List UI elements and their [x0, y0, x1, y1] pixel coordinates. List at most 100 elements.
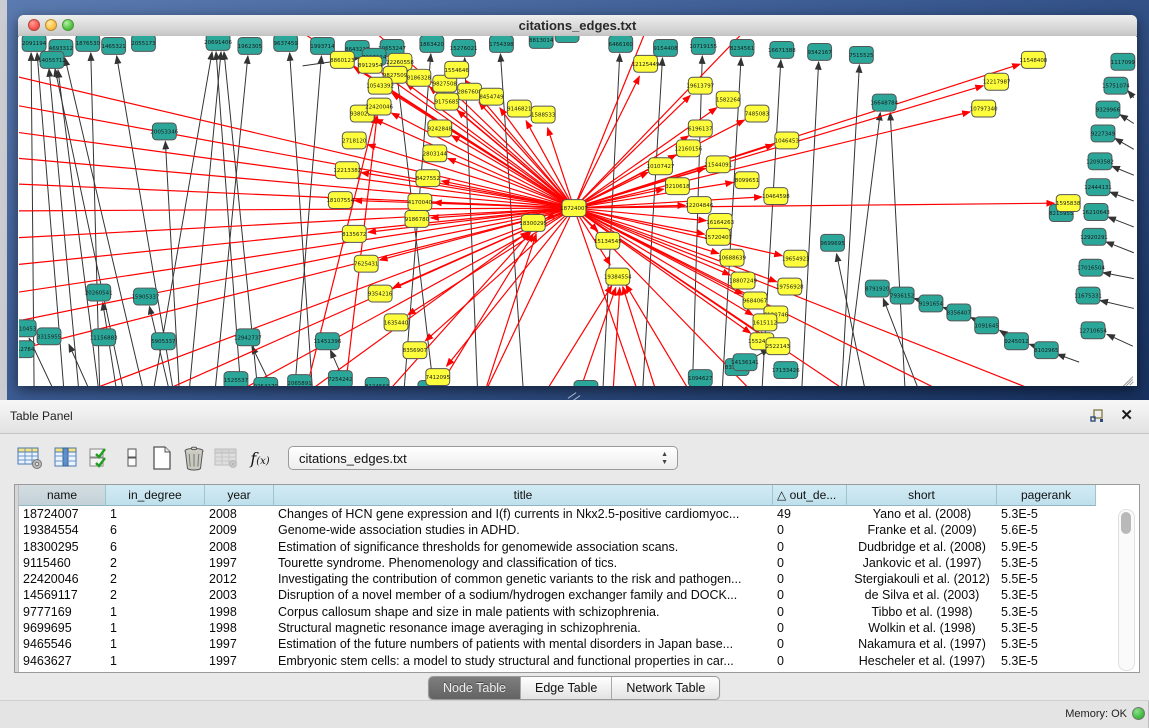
memory-status-indicator[interactable]	[1132, 707, 1145, 720]
table-cell[interactable]: 1	[106, 620, 205, 636]
table-cell[interactable]: 5.9E-5	[997, 539, 1096, 555]
table-cell[interactable]: 0	[773, 571, 847, 587]
table-cell[interactable]: 18300295	[19, 539, 106, 555]
table-cell[interactable]: 5.3E-5	[997, 636, 1096, 652]
network-canvas[interactable]: 2091194469331218765301405571214653212055…	[19, 36, 1136, 386]
table-cell[interactable]: 5.3E-5	[997, 653, 1096, 669]
table-cell[interactable]: Genome-wide association studies in ADHD.	[274, 522, 773, 538]
function-builder-icon[interactable]: f(x)	[246, 444, 274, 472]
table-cell[interactable]: 1998	[205, 604, 274, 620]
table-cell[interactable]: 1	[106, 506, 205, 522]
delete-icon[interactable]	[180, 444, 208, 472]
table-cell[interactable]: 14569117	[19, 587, 106, 603]
table-cell[interactable]: 2008	[205, 506, 274, 522]
table-cell[interactable]: 0	[773, 522, 847, 538]
column-header-4[interactable]: △ out_de...	[773, 485, 847, 506]
table-cell[interactable]: 5.6E-5	[997, 522, 1096, 538]
table-cell[interactable]: 9115460	[19, 555, 106, 571]
table-cell[interactable]: 0	[773, 587, 847, 603]
column-header-2[interactable]: year	[205, 485, 274, 506]
column-header-6[interactable]: pagerank	[997, 485, 1096, 506]
table-cell[interactable]: 1	[106, 636, 205, 652]
table-select-dropdown[interactable]: citations_edges.txt ▲▼	[288, 446, 678, 470]
column-header-0[interactable]: name	[19, 485, 106, 506]
table-cell[interactable]: 2012	[205, 571, 274, 587]
table-cell[interactable]: 2	[106, 555, 205, 571]
table-row[interactable]: 911546021997Tourette syndrome. Phenomeno…	[19, 555, 1139, 571]
table-row[interactable]: 977716911998Corpus callosum shape and si…	[19, 604, 1139, 620]
new-file-icon[interactable]	[148, 444, 176, 472]
table-cell[interactable]: Structural magnetic resonance image aver…	[274, 620, 773, 636]
table-cell[interactable]: Jankovic et al. (1997)	[847, 555, 997, 571]
show-columns-icon[interactable]	[52, 444, 80, 472]
table-cell[interactable]: Stergiakouli et al. (2012)	[847, 571, 997, 587]
table-row[interactable]: 969969511998Structural magnetic resonanc…	[19, 620, 1139, 636]
tab-edge-table[interactable]: Edge Table	[521, 677, 612, 699]
table-cell[interactable]: 2	[106, 571, 205, 587]
table-row[interactable]: 2242004622012Investigating the contribut…	[19, 571, 1139, 587]
table-cell[interactable]: 5.5E-5	[997, 571, 1096, 587]
table-cell[interactable]: Dudbridge et al. (2008)	[847, 539, 997, 555]
close-panel-icon[interactable]: ✕	[1120, 406, 1133, 424]
table-cell[interactable]: 5.3E-5	[997, 620, 1096, 636]
table-row[interactable]: 1456911722003Disruption of a novel membe…	[19, 587, 1139, 603]
table-cell[interactable]: Nakamura et al. (1997)	[847, 636, 997, 652]
table-cell[interactable]: 6	[106, 522, 205, 538]
table-cell[interactable]: 1997	[205, 555, 274, 571]
table-cell[interactable]: 5.3E-5	[997, 604, 1096, 620]
table-cell[interactable]: Yano et al. (2008)	[847, 506, 997, 522]
float-panel-icon[interactable]	[1089, 408, 1105, 424]
table-cell[interactable]: 2008	[205, 539, 274, 555]
tab-node-table[interactable]: Node Table	[429, 677, 521, 699]
table-row[interactable]: 946554611997Estimation of the future num…	[19, 636, 1139, 652]
column-header-5[interactable]: short	[847, 485, 997, 506]
table-cell[interactable]: 49	[773, 506, 847, 522]
table-cell[interactable]: Corpus callosum shape and size in male p…	[274, 604, 773, 620]
table-cell[interactable]: 2003	[205, 587, 274, 603]
table-cell[interactable]: 5.3E-5	[997, 587, 1096, 603]
row-height-icon[interactable]	[118, 444, 146, 472]
table-row[interactable]: 946362711997Embryonic stem cells: a mode…	[19, 653, 1139, 669]
table-cell[interactable]: Investigating the contribution of common…	[274, 571, 773, 587]
table-cell[interactable]: Estimation of significance thresholds fo…	[274, 539, 773, 555]
table-cell[interactable]: 18724007	[19, 506, 106, 522]
table-cell[interactable]: Changes of HCN gene expression and I(f) …	[274, 506, 773, 522]
table-cell[interactable]: 9465546	[19, 636, 106, 652]
table-cell[interactable]: 22420046	[19, 571, 106, 587]
table-cell[interactable]: 0	[773, 555, 847, 571]
table-cell[interactable]: 0	[773, 620, 847, 636]
vertical-scrollbar[interactable]	[1118, 509, 1135, 671]
table-cell[interactable]: 1997	[205, 636, 274, 652]
table-cell[interactable]: 9699695	[19, 620, 106, 636]
table-cell[interactable]: Franke et al. (2009)	[847, 522, 997, 538]
table-cell[interactable]: 1997	[205, 653, 274, 669]
select-rows-icon[interactable]	[86, 444, 114, 472]
table-cell[interactable]: 5.3E-5	[997, 506, 1096, 522]
table-cell[interactable]: Embryonic stem cells: a model to study s…	[274, 653, 773, 669]
table-cell[interactable]: 1	[106, 604, 205, 620]
table-cell[interactable]: 0	[773, 539, 847, 555]
graph-node[interactable]	[574, 381, 598, 386]
table-cell[interactable]: 0	[773, 604, 847, 620]
table-cell[interactable]: 5.3E-5	[997, 555, 1096, 571]
import-table-icon[interactable]	[212, 444, 240, 472]
table-cell[interactable]: 2	[106, 587, 205, 603]
table-cell[interactable]: Tibbo et al. (1998)	[847, 604, 997, 620]
column-header-3[interactable]: title	[274, 485, 773, 506]
column-header-1[interactable]: in_degree	[106, 485, 205, 506]
table-cell[interactable]: Wolkin et al. (1998)	[847, 620, 997, 636]
table-row[interactable]: 1830029562008Estimation of significance …	[19, 539, 1139, 555]
table-row[interactable]: 1938455462009Genome-wide association stu…	[19, 522, 1139, 538]
table-cell[interactable]: de Silva et al. (2003)	[847, 587, 997, 603]
window-titlebar[interactable]: citations_edges.txt	[18, 15, 1137, 37]
resize-grip[interactable]	[1121, 371, 1134, 384]
table-cell[interactable]: 1998	[205, 620, 274, 636]
table-cell[interactable]: Hescheler et al. (1997)	[847, 653, 997, 669]
table-options-icon[interactable]	[16, 444, 44, 472]
table-cell[interactable]: 9463627	[19, 653, 106, 669]
tab-network-table[interactable]: Network Table	[612, 677, 719, 699]
table-cell[interactable]: 19384554	[19, 522, 106, 538]
table-cell[interactable]: Tourette syndrome. Phenomenology and cla…	[274, 555, 773, 571]
table-cell[interactable]: 0	[773, 636, 847, 652]
table-cell[interactable]: 2009	[205, 522, 274, 538]
